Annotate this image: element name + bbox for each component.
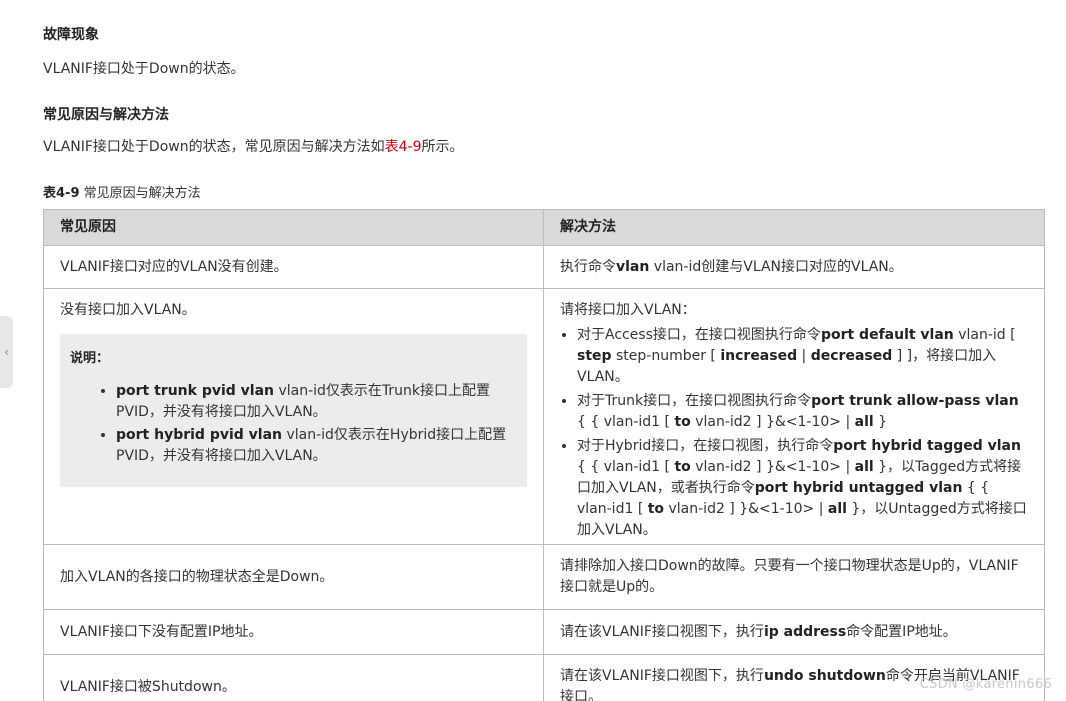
table-row: VLANIF接口被Shutdown。 请在该VLANIF接口视图下，执行undo… xyxy=(43,654,1045,701)
cause-cell: VLANIF接口下没有配置IP地址。 xyxy=(43,609,544,655)
command-text: ip address xyxy=(763,623,847,640)
solution-text: 命令配置IP地址。 xyxy=(846,623,957,640)
table-caption-label: 表4-9 xyxy=(43,186,80,201)
solution-cell: 请将接口加入VLAN： 对于Access接口，在接口视图执行命令port def… xyxy=(543,288,1045,545)
cause-solution-table: 常见原因 解决方法 VLANIF接口对应的VLAN没有创建。 执行命令vlan … xyxy=(43,209,1045,701)
cause-cell: VLANIF接口对应的VLAN没有创建。 xyxy=(43,245,544,289)
watermark: CSDN @karenin666 xyxy=(919,677,1052,692)
collapse-sidebar-handle[interactable]: ‹ xyxy=(0,316,13,388)
cause-cell: 没有接口加入VLAN。 说明： port trunk pvid vlan vla… xyxy=(43,288,544,545)
solution-list: 对于Access接口，在接口视图执行命令port default vlan vl… xyxy=(560,325,1028,541)
note-title: 说明： xyxy=(70,351,110,366)
table-row: VLANIF接口对应的VLAN没有创建。 执行命令vlan vlan-id创建与… xyxy=(43,245,1045,289)
table-caption-title: 常见原因与解决方法 xyxy=(79,186,201,201)
cause-cell: VLANIF接口被Shutdown。 xyxy=(43,654,544,701)
table-row: 加入VLAN的各接口的物理状态全是Down。 请排除加入接口Down的故障。只要… xyxy=(43,544,1045,610)
solution-text: vlan-id创建与VLAN接口对应的VLAN。 xyxy=(649,258,903,275)
command-text: undo shutdown xyxy=(763,668,886,684)
cause-cell: 加入VLAN的各接口的物理状态全是Down。 xyxy=(43,544,544,610)
table-reference-link[interactable]: 表4-9 xyxy=(385,139,422,155)
solution-item-hybrid: 对于Hybrid接口，在接口视图，执行命令port hybrid tagged … xyxy=(577,436,1028,541)
note-box: 说明： port trunk pvid vlan vlan-id仅表示在Trun… xyxy=(60,334,527,487)
solution-text: 请在该VLANIF接口视图下，执行 xyxy=(560,668,764,684)
solution-intro: 请将接口加入VLAN： xyxy=(560,302,696,318)
command-text: vlan xyxy=(616,258,650,275)
command-text: port hybrid pvid vlan xyxy=(116,427,283,443)
chevron-left-icon: ‹ xyxy=(4,345,9,359)
table-row: 没有接口加入VLAN。 说明： port trunk pvid vlan vla… xyxy=(43,288,1045,545)
cause-text: 没有接口加入VLAN。 xyxy=(60,302,196,318)
solution-text: 请在该VLANIF接口视图下，执行 xyxy=(560,623,764,640)
solution-item-access: 对于Access接口，在接口视图执行命令port default vlan vl… xyxy=(577,325,1028,388)
cause-heading: 常见原因与解决方法 xyxy=(43,107,169,123)
solution-cell: 执行命令vlan vlan-id创建与VLAN接口对应的VLAN。 xyxy=(543,245,1045,289)
solution-text: 执行命令 xyxy=(560,258,616,275)
cause-text: VLANIF接口处于Down的状态，常见原因与解决方法如表4-9所示。 xyxy=(43,136,463,156)
cause-text-suffix: 所示。 xyxy=(421,139,464,155)
command-text: port trunk pvid vlan xyxy=(116,383,275,399)
note-list: port trunk pvid vlan vlan-id仅表示在Trunk接口上… xyxy=(70,381,517,467)
solution-cell: 请在该VLANIF接口视图下，执行ip address命令配置IP地址。 xyxy=(543,609,1045,655)
fault-heading: 故障现象 xyxy=(43,27,99,43)
cause-text-prefix: VLANIF接口处于Down的状态，常见原因与解决方法如 xyxy=(43,139,385,155)
table-header-row: 常见原因 解决方法 xyxy=(43,209,1045,246)
solution-item-trunk: 对于Trunk接口，在接口视图执行命令port trunk allow-pass… xyxy=(577,391,1028,433)
note-item: port trunk pvid vlan vlan-id仅表示在Trunk接口上… xyxy=(116,381,517,423)
header-cause: 常见原因 xyxy=(43,209,544,246)
note-item: port hybrid pvid vlan vlan-id仅表示在Hybrid接… xyxy=(116,425,517,467)
table-caption: 表4-9 常见原因与解决方法 xyxy=(43,182,201,201)
header-solution: 解决方法 xyxy=(543,209,1045,246)
table-row: VLANIF接口下没有配置IP地址。 请在该VLANIF接口视图下，执行ip a… xyxy=(43,609,1045,655)
solution-cell: 请排除加入接口Down的故障。只要有一个接口物理状态是Up的，VLANIF接口就… xyxy=(543,544,1045,610)
document-page: ‹ 故障现象 VLANIF接口处于Down的状态。 常见原因与解决方法 VLAN… xyxy=(0,0,1066,701)
fault-text: VLANIF接口处于Down的状态。 xyxy=(43,61,245,77)
